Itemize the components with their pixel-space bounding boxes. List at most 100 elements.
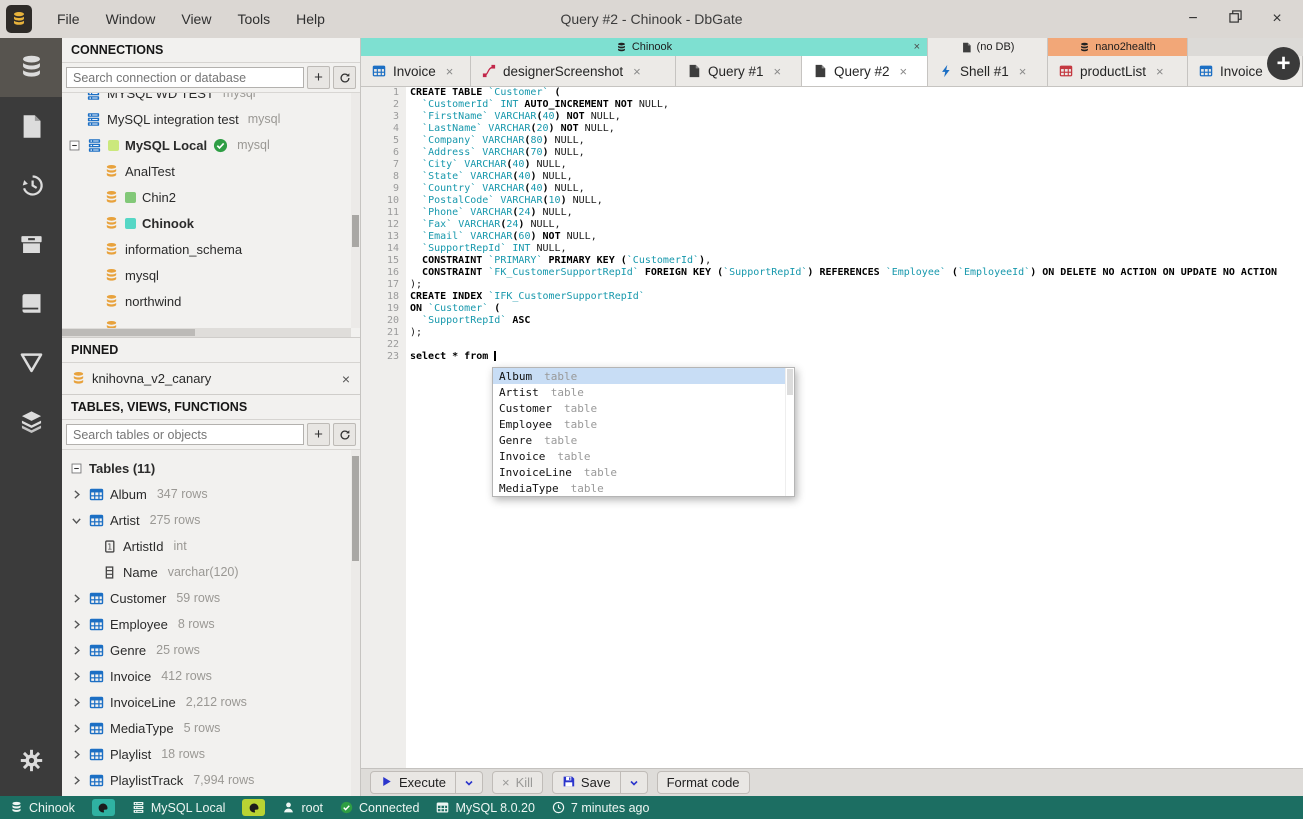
connection-item-analtest[interactable]: AnalTest: [62, 158, 360, 184]
activity-history-icon[interactable]: [0, 156, 62, 215]
database-icon: [104, 268, 119, 283]
table-item-employee[interactable]: Employee 8 rows: [62, 611, 360, 637]
menu-tools[interactable]: Tools: [224, 11, 283, 27]
table-item-playlist[interactable]: Playlist 18 rows: [62, 741, 360, 767]
chevron-right-icon[interactable]: [70, 774, 83, 787]
close-tab-button[interactable]: ×: [774, 64, 782, 79]
tab-query-1[interactable]: Query #1 ×: [676, 56, 802, 86]
connections-list: MYSQL WD TEST mysql MySQL integration test…: [62, 93, 360, 337]
autocomplete-scrollbar[interactable]: [785, 368, 794, 496]
line-number: 4: [392, 123, 399, 134]
menu-file[interactable]: File: [44, 11, 93, 27]
autocomplete-item-album[interactable]: Album table: [493, 368, 785, 384]
menu-view[interactable]: View: [168, 11, 224, 27]
save-button[interactable]: Save: [551, 771, 648, 794]
theme-color-button[interactable]: [91, 799, 115, 816]
chevron-right-icon[interactable]: [70, 670, 83, 683]
new-tab-button[interactable]: +: [1267, 47, 1300, 80]
tab-group-chinook[interactable]: Chinook ×: [361, 38, 928, 56]
activity-archive-icon[interactable]: [0, 215, 62, 274]
execute-dropdown-button[interactable]: [454, 772, 482, 793]
chevron-right-icon[interactable]: [70, 488, 83, 501]
chevron-down-icon[interactable]: [70, 514, 83, 527]
chevron-right-icon[interactable]: [70, 644, 83, 657]
connection-item-mysql-integration-test[interactable]: MySQL integration test mysql: [62, 106, 360, 132]
connection-item-mysql-local[interactable]: MySQL Local mysql: [62, 132, 360, 158]
connections-hscrollbar[interactable]: [62, 328, 351, 337]
tables-search-input[interactable]: [66, 424, 304, 445]
connection-item-mysql[interactable]: mysql: [62, 262, 360, 288]
unpin-button[interactable]: ×: [342, 371, 350, 387]
format-code-button[interactable]: Format code: [656, 771, 750, 794]
tab-designerscreenshot[interactable]: designerScreenshot ×: [471, 56, 676, 86]
table-item-artist[interactable]: Artist 275 rows: [62, 507, 360, 533]
autocomplete-item-mediatype[interactable]: MediaType table: [493, 480, 785, 496]
refresh-tables-button[interactable]: [333, 423, 356, 446]
close-tab-button[interactable]: ×: [900, 64, 908, 79]
tables-vscrollbar[interactable]: [351, 450, 360, 796]
autocomplete-item-employee[interactable]: Employee table: [493, 416, 785, 432]
table-item-mediatype[interactable]: MediaType 5 rows: [62, 715, 360, 741]
connections-search-input[interactable]: [66, 67, 304, 88]
autocomplete-item-genre[interactable]: Genre table: [493, 432, 785, 448]
execute-button[interactable]: Execute: [370, 771, 483, 794]
chevron-right-icon[interactable]: [70, 722, 83, 735]
table-item-customer[interactable]: Customer 59 rows: [62, 585, 360, 611]
table-item-invoiceline[interactable]: InvoiceLine 2,212 rows: [62, 689, 360, 715]
chevron-right-icon[interactable]: [70, 696, 83, 709]
restore-button[interactable]: [1227, 10, 1243, 28]
close-group-button[interactable]: ×: [914, 41, 920, 53]
autocomplete-item-invoice[interactable]: Invoice table: [493, 448, 785, 464]
activity-settings-gear-icon[interactable]: [0, 731, 62, 790]
theme-color-button[interactable]: [242, 799, 266, 816]
save-dropdown-button[interactable]: [619, 772, 647, 793]
activity-layers-icon[interactable]: [0, 392, 62, 451]
connections-vscrollbar[interactable]: [351, 93, 360, 328]
activity-filter-icon[interactable]: [0, 333, 62, 392]
tab-query-2[interactable]: Query #2 ×: [802, 56, 928, 86]
close-tab-button[interactable]: ×: [1019, 64, 1027, 79]
sql-editor[interactable]: 1 CREATE TABLE `Customer` (2 `CustomerId`…: [361, 86, 1303, 768]
connection-item-chin2[interactable]: Chin2: [62, 184, 360, 210]
suggestion-name: Invoice: [499, 449, 546, 463]
tab-productlist[interactable]: productList ×: [1048, 56, 1188, 86]
chevron-right-icon[interactable]: [70, 618, 83, 631]
table-icon: [89, 617, 104, 632]
chevron-right-icon[interactable]: [70, 748, 83, 761]
table-item-genre[interactable]: Genre 25 rows: [62, 637, 360, 663]
connection-item-chinook[interactable]: Chinook: [62, 210, 360, 236]
refresh-connections-button[interactable]: [333, 66, 356, 89]
tab-invoice[interactable]: Invoice ×: [361, 56, 471, 86]
activity-database-icon[interactable]: [0, 38, 62, 97]
add-connection-button[interactable]: +: [307, 66, 330, 89]
close-tab-button[interactable]: ×: [633, 64, 641, 79]
table-item-playlisttrack[interactable]: PlaylistTrack 7,994 rows: [62, 767, 360, 793]
connection-item-information-schema[interactable]: information_schema: [62, 236, 360, 262]
column-item-name[interactable]: Name varchar(120): [62, 559, 360, 585]
activity-book-icon[interactable]: [0, 274, 62, 333]
menu-help[interactable]: Help: [283, 11, 338, 27]
tab-shell-1[interactable]: Shell #1 ×: [928, 56, 1048, 86]
close-button[interactable]: ×: [1269, 10, 1285, 28]
autocomplete-item-customer[interactable]: Customer table: [493, 400, 785, 416]
tab-group-no-db[interactable]: (no DB): [928, 38, 1048, 56]
pinned-item-knihovna-v2-canary[interactable]: knihovna_v2_canary ×: [62, 363, 360, 394]
close-tab-button[interactable]: ×: [446, 64, 454, 79]
table-item-album[interactable]: Album 347 rows: [62, 481, 360, 507]
autocomplete-item-invoiceline[interactable]: InvoiceLine table: [493, 464, 785, 480]
tab-group-nano2health[interactable]: nano2health: [1048, 38, 1188, 56]
activity-file-icon[interactable]: [0, 97, 62, 156]
connection-item-mysql-wd-test[interactable]: MYSQL WD TEST mysql: [62, 93, 360, 106]
autocomplete-items: Album table Artist table Customer table Employ…: [493, 368, 785, 496]
tables-root[interactable]: Tables (11): [62, 455, 360, 481]
menu-window[interactable]: Window: [93, 11, 169, 27]
minimize-button[interactable]: −: [1185, 10, 1201, 28]
column-item-artistid[interactable]: 1 ArtistId int: [62, 533, 360, 559]
connection-item-northwind[interactable]: northwind: [62, 288, 360, 314]
table-item-invoice[interactable]: Invoice 412 rows: [62, 663, 360, 689]
code-line-13: 13 `Email` VARCHAR(60) NOT NULL,: [361, 231, 1303, 243]
add-table-button[interactable]: +: [307, 423, 330, 446]
autocomplete-item-artist[interactable]: Artist table: [493, 384, 785, 400]
close-tab-button[interactable]: ×: [1156, 64, 1164, 79]
chevron-right-icon[interactable]: [70, 592, 83, 605]
